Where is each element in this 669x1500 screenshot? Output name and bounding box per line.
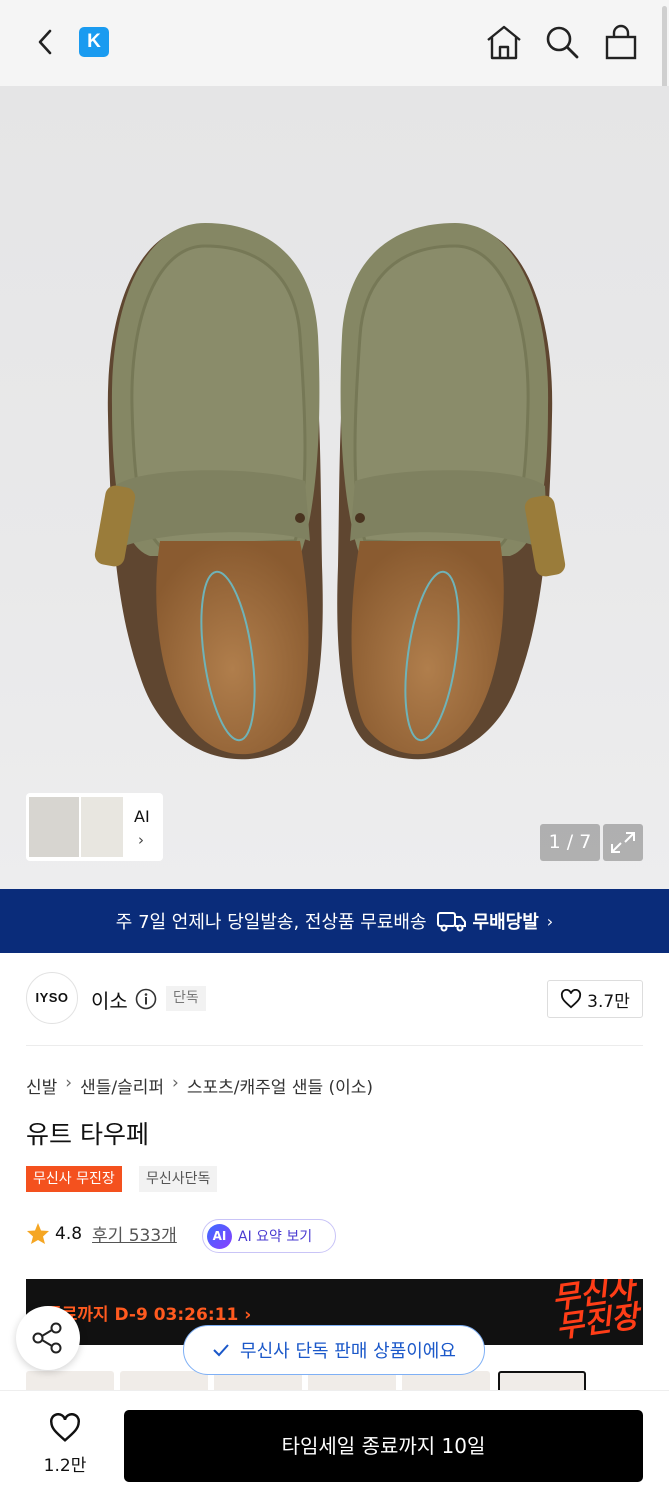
info-icon[interactable] — [135, 988, 157, 1010]
shipping-banner-text: 주 7일 언제나 당일발송, 전상품 무료배송 — [115, 912, 427, 933]
chevron-right-icon: › — [172, 1073, 179, 1093]
breadcrumb-item[interactable]: 신발 — [26, 1073, 57, 1098]
image-counter: 1 / 7 — [540, 824, 600, 861]
rating-score: 4.8 — [55, 1223, 83, 1244]
ai-thumbnail-preview[interactable]: AI › — [26, 793, 163, 861]
delivery-truck-icon — [436, 912, 466, 932]
thumbnail-image — [29, 797, 79, 857]
bottom-action-bar: 1.2만 타임세일 종료까지 10일 — [0, 1390, 669, 1500]
reviews-link[interactable]: 후기 533개 — [92, 1221, 177, 1246]
top-nav-bar: K — [0, 0, 669, 98]
chevron-right-icon: › — [138, 831, 144, 849]
home-icon[interactable] — [484, 22, 524, 62]
ai-summary-label: AI 요약 보기 — [238, 1229, 313, 1245]
breadcrumb: 신발 › 샌들/슬리퍼 › 스포츠/캐주얼 샌들 (이소) — [26, 1073, 373, 1098]
ai-summary-button[interactable]: AI AI 요약 보기 — [202, 1219, 336, 1253]
product-photo — [94, 223, 566, 760]
ai-badge-icon: AI — [207, 1223, 232, 1249]
shipping-service-name: 무배당발 — [472, 912, 539, 933]
brand-name[interactable]: 이소 — [91, 985, 128, 1014]
divider — [26, 1045, 643, 1046]
chevron-right-icon: › — [546, 911, 554, 931]
heart-icon — [561, 989, 582, 1009]
sale-event-tag: 무신사 무진장 — [26, 1166, 122, 1192]
thumbnail-ai-label: AI — [134, 807, 150, 826]
exclusive-badge: 단독 — [166, 986, 206, 1011]
brand-logo-badge[interactable]: K — [79, 27, 109, 57]
star-icon — [27, 1223, 49, 1244]
shipping-banner[interactable]: 주 7일 언제나 당일발송, 전상품 무료배송 무배당발 › — [0, 889, 669, 953]
check-icon — [213, 1344, 229, 1357]
scrollbar[interactable] — [662, 6, 667, 98]
shopping-bag-icon[interactable] — [601, 22, 641, 62]
thumbnail-image — [81, 797, 123, 857]
wishlist-button[interactable]: 1.2만 — [32, 1413, 98, 1476]
musinsa-mujinjang-logo: 무신사 무진장 — [550, 1279, 642, 1345]
search-icon[interactable] — [542, 22, 582, 62]
exclusive-tag: 무신사단독 — [139, 1166, 218, 1192]
heart-icon — [50, 1413, 80, 1442]
product-image-gallery[interactable]: AI › 1 / 7 — [0, 86, 669, 889]
brand-like-count: 3.7만 — [587, 991, 630, 1012]
toast-text: 무신사 단독 판매 상품이에요 — [240, 1341, 456, 1362]
back-icon[interactable] — [30, 24, 64, 60]
wishlist-count: 1.2만 — [43, 1456, 87, 1476]
chevron-right-icon: › — [65, 1073, 73, 1093]
rating-row: 4.8 후기 533개 — [26, 1221, 177, 1246]
product-title: 유트 타우페 — [26, 1120, 149, 1149]
brand-logo[interactable]: IYSO — [26, 972, 78, 1024]
expand-icon[interactable] — [603, 824, 643, 861]
brand-like-button[interactable]: 3.7만 — [547, 980, 643, 1018]
breadcrumb-item[interactable]: 스포츠/캐주얼 샌들 (이소) — [187, 1073, 373, 1098]
share-icon — [32, 1322, 62, 1354]
buy-button[interactable]: 타임세일 종료까지 10일 — [124, 1410, 643, 1482]
exclusive-toast: 무신사 단독 판매 상품이에요 — [183, 1325, 485, 1375]
breadcrumb-item[interactable]: 샌들/슬리퍼 — [80, 1073, 164, 1098]
share-button[interactable] — [16, 1306, 80, 1370]
